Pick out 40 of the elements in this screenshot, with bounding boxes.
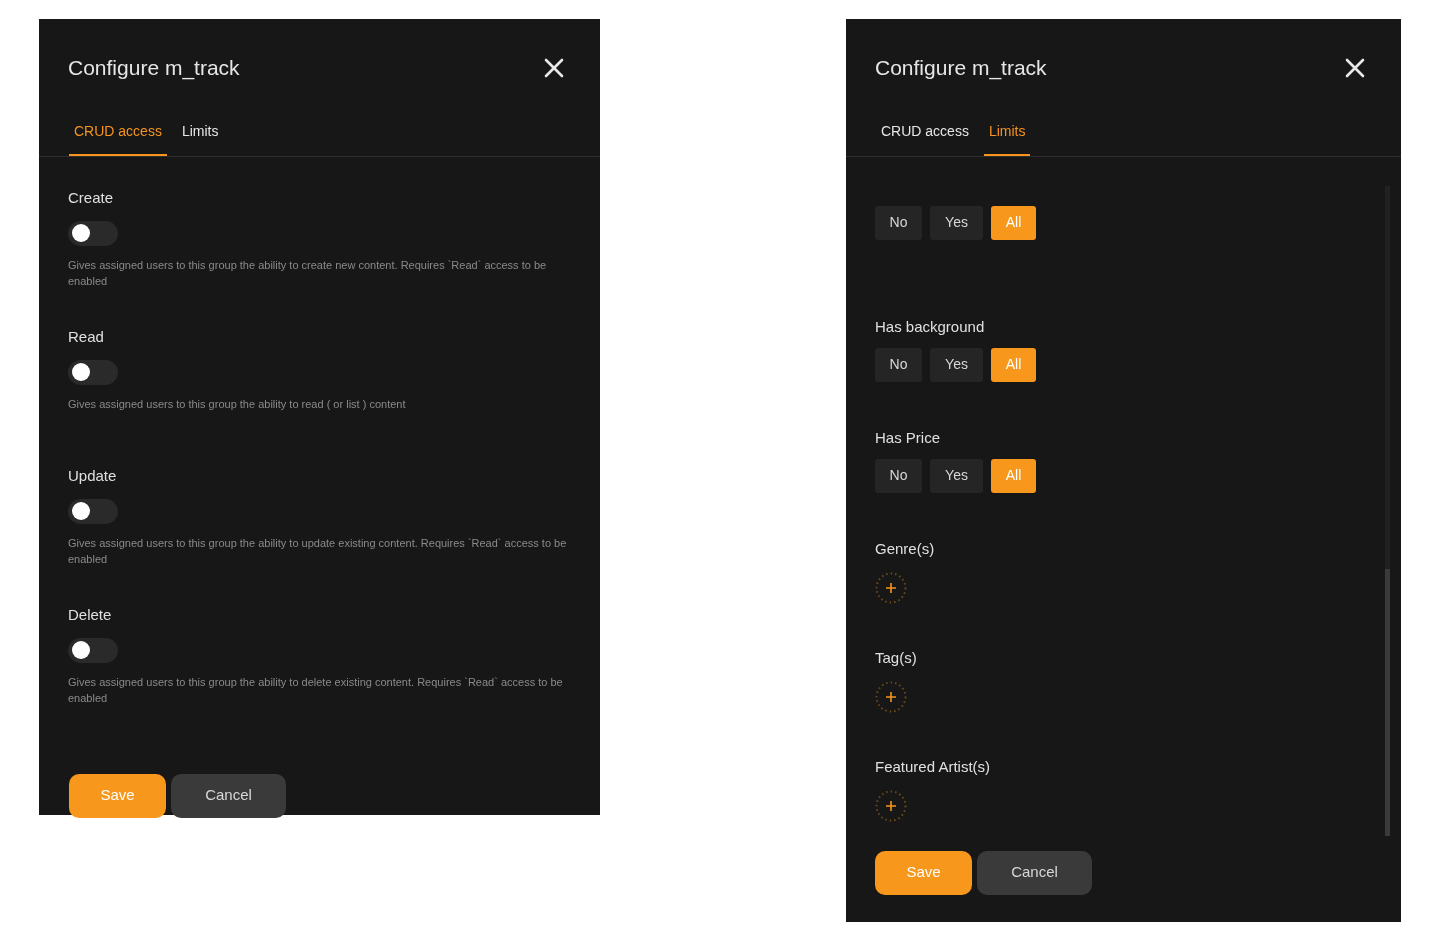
option-button[interactable]: Yes	[930, 347, 983, 382]
toggle-switch[interactable]	[68, 637, 118, 663]
permission-label: Delete	[68, 604, 113, 625]
scrollbar[interactable]	[1385, 185, 1390, 836]
add-icon	[875, 789, 907, 822]
close-icon	[544, 57, 564, 78]
permission-description: Gives assigned users to this group the ability to create new content. Requires `Read` access to be enabled	[68, 257, 548, 289]
toggle-switch[interactable]	[68, 220, 118, 246]
option-button[interactable]: No	[875, 347, 922, 382]
filter-label: Has Price	[875, 427, 942, 448]
option-button[interactable]: No	[875, 458, 922, 493]
permission-label: Update	[68, 465, 118, 486]
cancel-button[interactable]: Cancel	[171, 773, 286, 818]
tab[interactable]: CRUD access	[69, 120, 167, 156]
add-button[interactable]	[875, 680, 907, 713]
dialog-title: Configure m_track	[875, 55, 1047, 82]
cancel-button[interactable]: Cancel	[977, 850, 1092, 895]
filter-label: Has background	[875, 316, 986, 337]
toggle-switch[interactable]	[68, 498, 118, 524]
permission-label: Read	[68, 326, 105, 347]
permission-description: Gives assigned users to this group the ability to delete existing content. Requires `Read` access to be enabled	[68, 674, 564, 706]
add-button[interactable]	[875, 789, 907, 822]
add-icon	[875, 680, 907, 713]
option-button[interactable]: No	[875, 205, 922, 240]
option-button[interactable]: Yes	[930, 205, 983, 240]
picker-label: Tag(s)	[875, 647, 918, 668]
tab[interactable]: CRUD access	[876, 120, 974, 156]
add-button[interactable]	[875, 571, 907, 604]
tab[interactable]: Limits	[983, 120, 1031, 156]
picker-label: Genre(s)	[875, 538, 936, 559]
tab[interactable]: Limits	[176, 120, 224, 156]
permission-description: Gives assigned users to this group the ability to read ( or list ) content	[68, 396, 407, 412]
toggle-switch[interactable]	[68, 359, 118, 385]
permission-label: Create	[68, 187, 115, 208]
option-button[interactable]: Yes	[930, 458, 983, 493]
permission-description: Gives assigned users to this group the ability to update existing content. Requires `Read` access to be enabled	[68, 535, 568, 567]
add-icon	[875, 571, 907, 604]
picker-label: Featured Artist(s)	[875, 756, 992, 777]
dialog-title: Configure m_track	[68, 55, 240, 82]
close-icon	[1345, 57, 1365, 78]
